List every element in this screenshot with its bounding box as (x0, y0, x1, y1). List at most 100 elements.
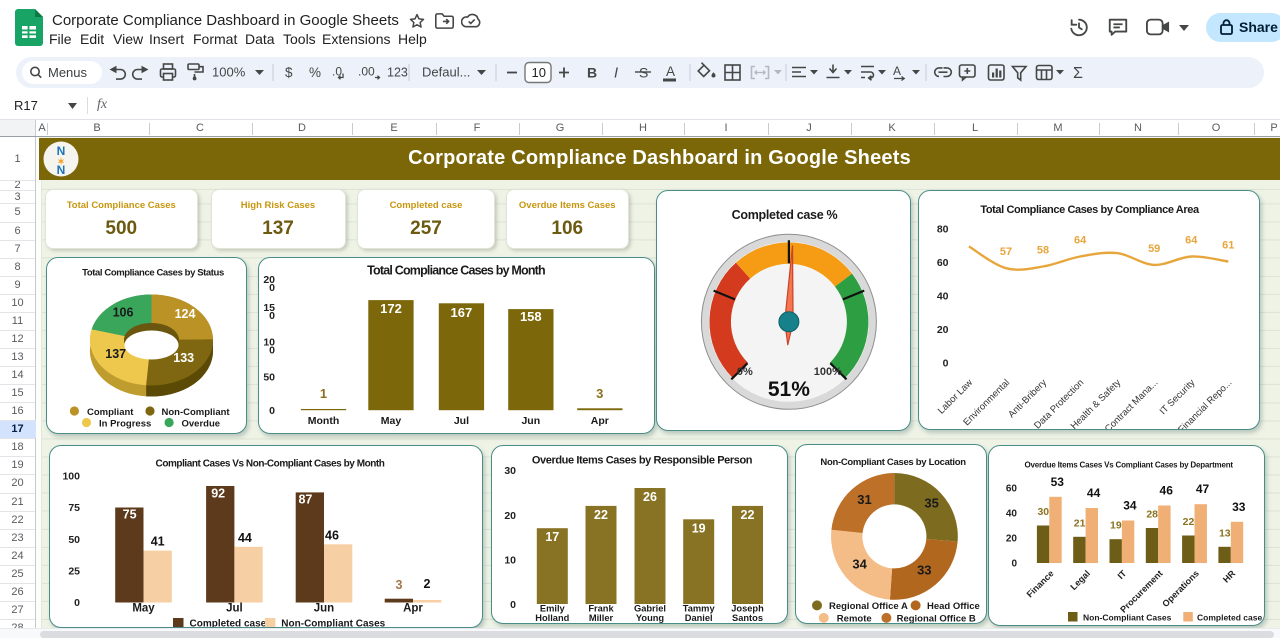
svg-text:Compliant Cases Vs Non-Complia: Compliant Cases Vs Non-Compliant Cases b… (155, 458, 384, 469)
svg-text:.00: .00 (358, 65, 375, 79)
svg-text:Non-Compliant Cases by Locatio: Non-Compliant Cases by Location (820, 457, 966, 468)
svg-text:100%: 100% (813, 366, 841, 378)
svg-text:133: 133 (173, 351, 194, 365)
svg-text:Month: Month (308, 415, 340, 427)
svg-text:0: 0 (510, 599, 516, 611)
svg-text:59: 59 (1148, 242, 1160, 254)
svg-text:25: 25 (68, 565, 80, 577)
svg-text:17: 17 (545, 530, 559, 544)
svg-text:Labor Law: Labor Law (935, 377, 974, 416)
svg-text:Total Compliance Cases by Mont: Total Compliance Cases by Month (367, 264, 545, 278)
svg-text:Miller: Miller (589, 613, 614, 623)
svg-text:26: 26 (643, 490, 657, 504)
svg-text:61: 61 (1222, 239, 1234, 251)
svg-text:87: 87 (298, 492, 312, 506)
svg-text:Young: Young (636, 613, 665, 623)
svg-text:80: 80 (936, 223, 948, 235)
svg-text:123: 123 (387, 66, 408, 80)
svg-text:40: 40 (936, 290, 948, 302)
svg-text:Overdue: Overdue (182, 419, 221, 430)
svg-text:41: 41 (150, 534, 164, 548)
svg-text:57: 57 (999, 246, 1011, 258)
svg-text:53: 53 (1051, 474, 1065, 488)
svg-text:0%: 0% (736, 366, 752, 378)
svg-text:21: 21 (1074, 517, 1086, 529)
svg-text:Jul: Jul (226, 602, 243, 614)
svg-text:Frank: Frank (588, 603, 614, 613)
svg-text:Total Compliance Cases by Comp: Total Compliance Cases by Compliance Are… (980, 204, 1200, 216)
svg-text:60: 60 (1006, 483, 1018, 494)
svg-text:158: 158 (520, 309, 542, 324)
svg-text:106: 106 (113, 306, 134, 320)
svg-text:Legal: Legal (1068, 568, 1092, 592)
svg-text:Head Office: Head Office (927, 601, 980, 612)
svg-text:44: 44 (237, 531, 251, 545)
svg-text:75: 75 (122, 507, 136, 521)
svg-text:Completed case %: Completed case % (731, 208, 837, 222)
svg-text:Jun: Jun (521, 415, 540, 427)
svg-text:30: 30 (1037, 506, 1049, 518)
svg-text:Non-Compliant Cases: Non-Compliant Cases (281, 618, 385, 627)
svg-text:Defaul...: Defaul... (422, 65, 470, 80)
svg-text:35: 35 (924, 495, 938, 510)
svg-text:Emily: Emily (540, 603, 566, 613)
svg-text:34: 34 (1123, 498, 1137, 512)
svg-text:58: 58 (1036, 244, 1048, 256)
svg-text:0: 0 (269, 405, 275, 417)
svg-text:34: 34 (852, 557, 867, 572)
svg-text:10: 10 (532, 65, 546, 80)
svg-text:Completed case: Completed case (189, 618, 266, 627)
svg-text:20: 20 (1006, 533, 1018, 544)
svg-text:167: 167 (451, 305, 473, 320)
svg-text:33: 33 (1232, 499, 1246, 513)
svg-text:Daniel: Daniel (685, 613, 713, 623)
svg-text:Gabriel: Gabriel (634, 603, 666, 613)
svg-text:44: 44 (1087, 486, 1101, 500)
svg-text:3: 3 (395, 578, 402, 592)
svg-text:31: 31 (857, 492, 871, 507)
svg-text:20: 20 (504, 510, 516, 522)
svg-text:Menus: Menus (48, 65, 88, 80)
svg-text:Σ: Σ (1073, 65, 1083, 82)
svg-text:64: 64 (1185, 234, 1198, 246)
svg-text:33: 33 (917, 562, 931, 577)
svg-text:75: 75 (68, 502, 80, 514)
svg-text:A: A (893, 64, 901, 78)
svg-text:60: 60 (936, 257, 948, 269)
svg-text:Overdue Items Cases by Respons: Overdue Items Cases by Responsible Perso… (532, 454, 753, 466)
svg-text:92: 92 (211, 486, 225, 500)
svg-text:19: 19 (692, 521, 706, 535)
svg-text:Apr: Apr (591, 415, 609, 427)
svg-text:100: 100 (62, 470, 80, 482)
svg-text:51%: 51% (767, 378, 809, 401)
svg-text:Regional Office A: Regional Office A (829, 601, 908, 612)
svg-text:May: May (132, 602, 155, 614)
svg-text:64: 64 (1073, 234, 1086, 246)
svg-text:20: 20 (936, 324, 948, 336)
svg-text:10: 10 (504, 554, 516, 566)
svg-text:B: B (587, 65, 597, 81)
svg-text:A: A (666, 64, 675, 79)
svg-text:28: 28 (1146, 508, 1158, 520)
svg-text:%: % (309, 65, 321, 80)
svg-text:47: 47 (1196, 482, 1210, 496)
svg-text:Jul: Jul (454, 415, 469, 427)
svg-text:40: 40 (1006, 508, 1018, 519)
svg-text:22: 22 (741, 507, 755, 521)
svg-text:200: 200 (263, 274, 275, 294)
svg-text:Compliant: Compliant (87, 407, 134, 418)
svg-text:Regional Office B: Regional Office B (897, 613, 976, 623)
svg-text:Non-Compliant Cases: Non-Compliant Cases (1083, 612, 1172, 622)
svg-text:137: 137 (105, 347, 126, 361)
svg-text:Holland: Holland (535, 613, 569, 623)
svg-text:N: N (57, 163, 66, 177)
svg-text:HR: HR (1221, 567, 1238, 584)
svg-text:Remote: Remote (837, 613, 872, 623)
svg-text:2: 2 (423, 577, 430, 591)
svg-text:50: 50 (263, 372, 275, 384)
svg-text:3: 3 (596, 386, 603, 401)
svg-text:13: 13 (1219, 527, 1231, 539)
svg-text:Joseph: Joseph (731, 603, 764, 613)
svg-text:I: I (614, 66, 618, 82)
svg-text:Finance: Finance (1025, 568, 1056, 599)
